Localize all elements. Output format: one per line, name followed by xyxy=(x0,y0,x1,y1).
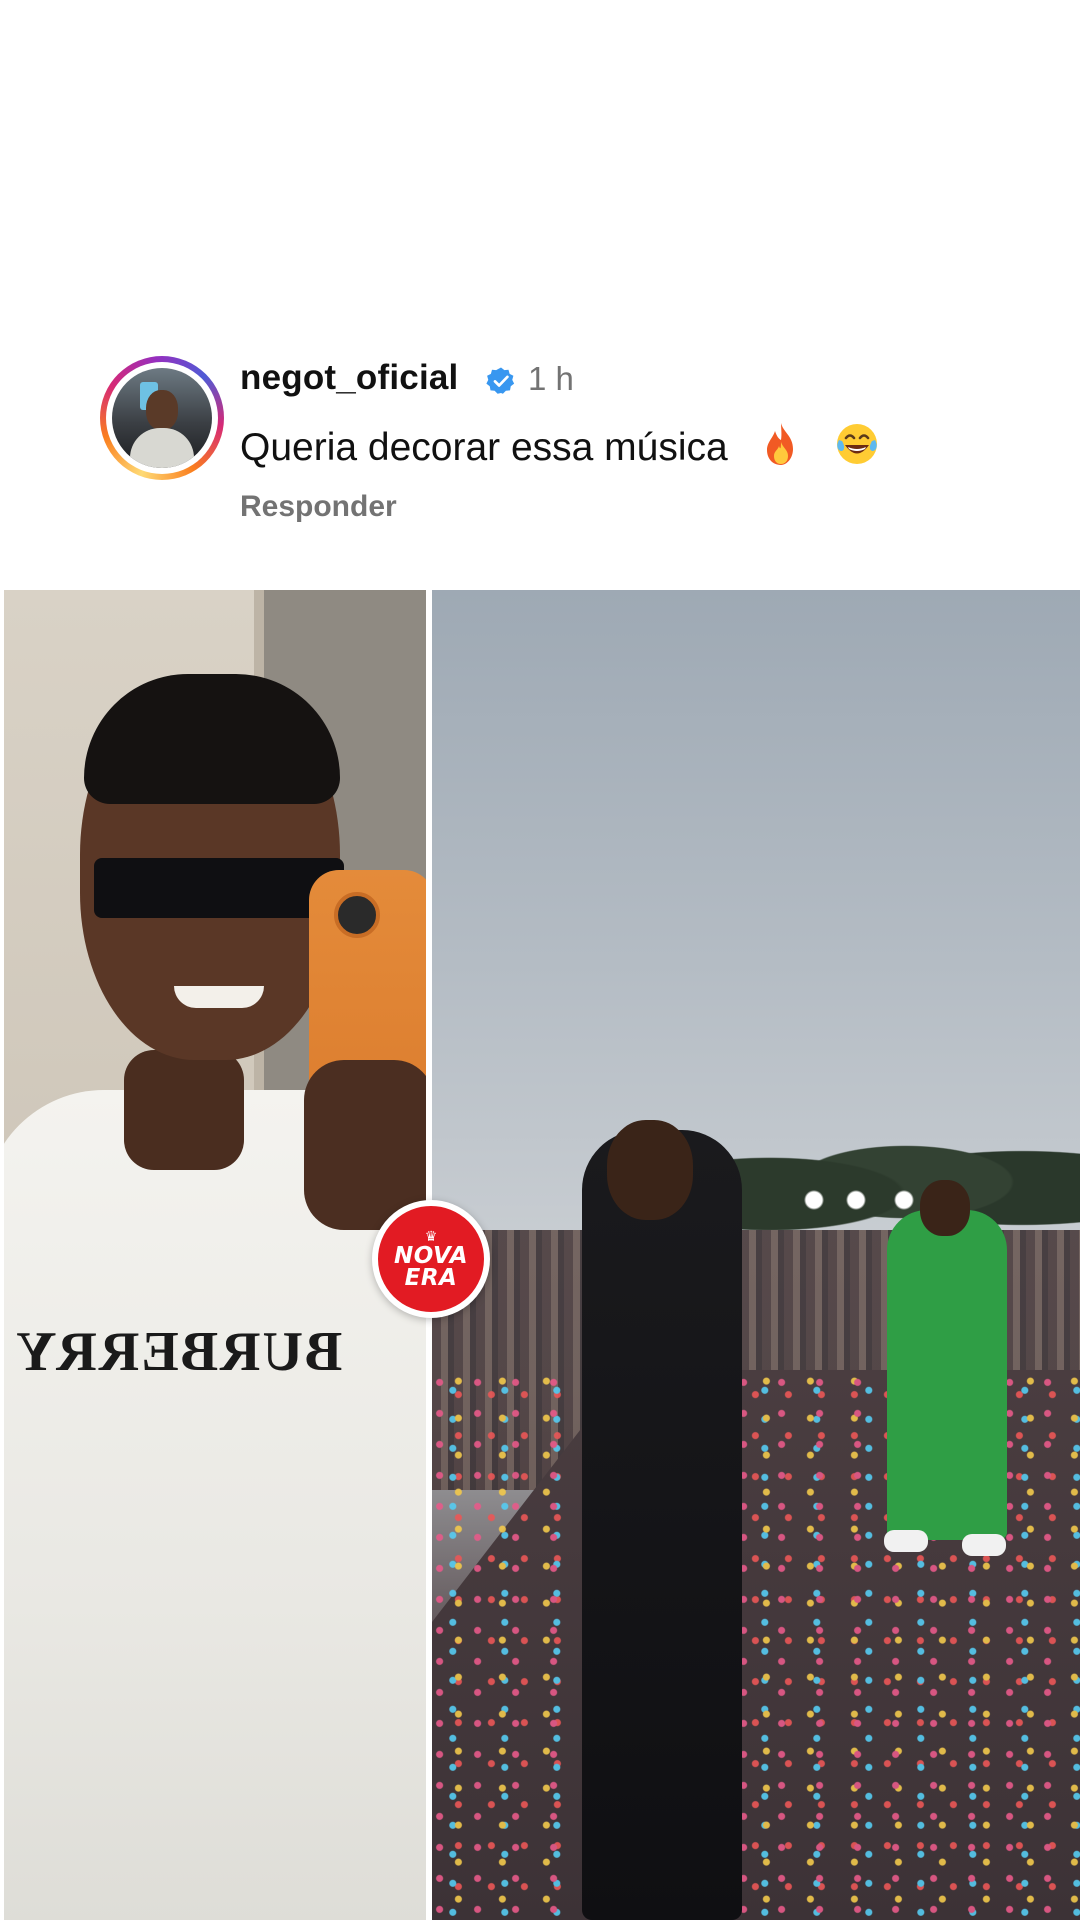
story-ring[interactable] xyxy=(100,356,224,480)
logo-line-2: ERA xyxy=(404,1265,458,1291)
fire-emoji-icon xyxy=(766,423,793,465)
username[interactable]: negot_oficial xyxy=(240,358,458,398)
sunglasses xyxy=(94,858,344,918)
stage-lights xyxy=(802,1188,922,1212)
comment-timestamp: 1 h xyxy=(528,360,574,397)
comment-body: Queria decorar essa música xyxy=(240,426,728,469)
reply-button[interactable]: Responder xyxy=(240,490,397,524)
crown-icon: ♛ xyxy=(424,1228,438,1244)
shirt-brand-text: BURBERRY xyxy=(14,1321,343,1383)
left-video-pane[interactable]: BURBERRY xyxy=(4,590,426,1920)
performer-black-outfit xyxy=(582,1130,742,1920)
comment-item: negot_oficial 1 h Queria decorar essa mú… xyxy=(0,350,1080,550)
video-split-view[interactable]: BURBERRY ♛ NOVA ERA xyxy=(4,590,1080,1920)
comment-text: Queria decorar essa música xyxy=(240,420,881,470)
avatar[interactable] xyxy=(112,368,212,468)
singer-green-outfit xyxy=(887,1210,1007,1540)
verified-badge-icon xyxy=(486,367,515,394)
tears-of-joy-emoji-icon xyxy=(837,424,878,464)
nova-era-logo: ♛ NOVA ERA xyxy=(372,1200,490,1318)
right-video-pane[interactable] xyxy=(432,590,1080,1920)
logo-line-1: NOVA xyxy=(393,1243,469,1269)
